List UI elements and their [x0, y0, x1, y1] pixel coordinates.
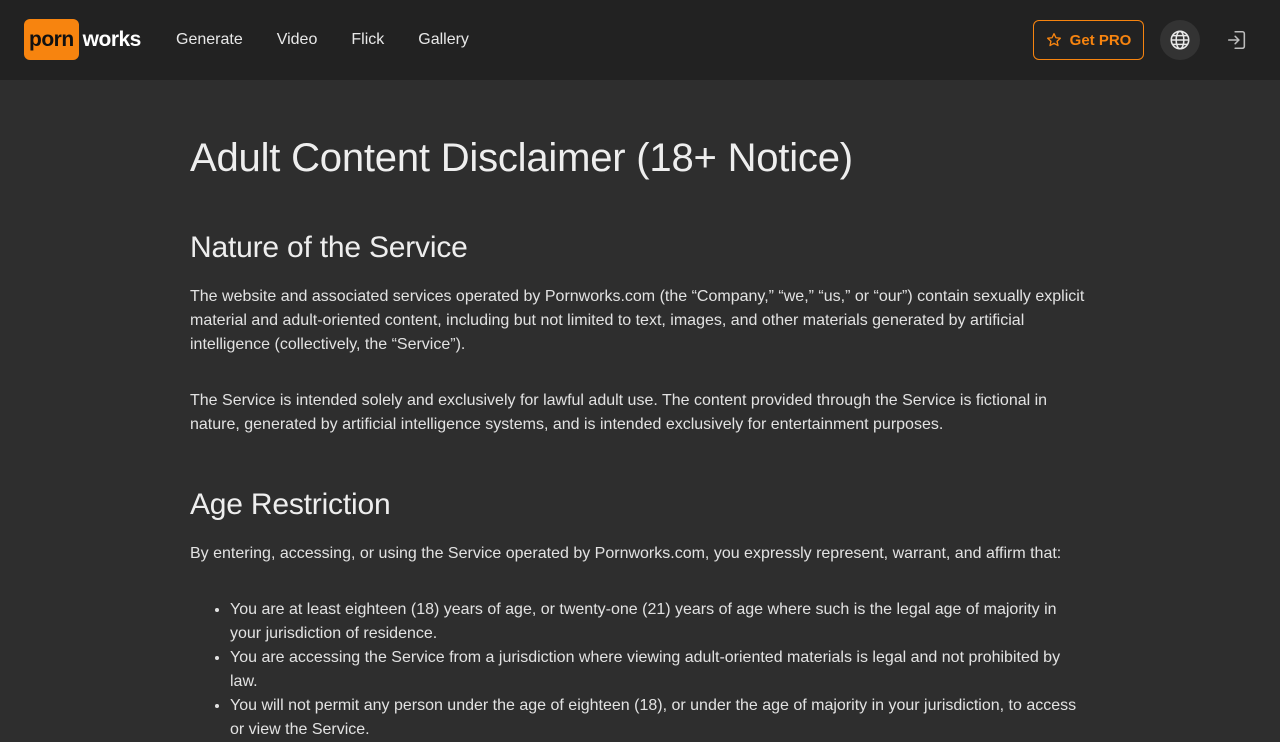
paragraph-nature-2: The Service is intended solely and exclu…: [190, 392, 1048, 433]
list-item: You are accessing the Service from a jur…: [230, 646, 1090, 694]
get-pro-label: Get PRO: [1069, 31, 1132, 49]
top-navigation-bar: porn works Generate Video Flick Gallery …: [0, 0, 1280, 80]
disclaimer-content: Adult Content Disclaimer (18+ Notice) Na…: [190, 80, 1090, 742]
globe-icon: [1170, 30, 1190, 50]
logo-badge: porn: [24, 19, 79, 60]
page-title: Adult Content Disclaimer (18+ Notice): [190, 136, 853, 180]
star-icon: [1046, 33, 1061, 47]
sign-in-icon: [1227, 30, 1246, 50]
site-logo[interactable]: porn works: [24, 19, 141, 60]
language-button[interactable]: [1160, 20, 1200, 60]
list-item: You are at least eighteen (18) years of …: [230, 598, 1090, 646]
nav-generate[interactable]: Generate: [176, 31, 243, 49]
get-pro-button[interactable]: Get PRO: [1033, 20, 1144, 60]
nav-video[interactable]: Video: [277, 31, 318, 49]
list-item: You will not permit any person under the…: [230, 694, 1090, 742]
paragraph-age-intro: By entering, accessing, or using the Ser…: [190, 545, 1062, 562]
paragraph-nature-1: The website and associated services oper…: [190, 288, 1085, 353]
main-nav: Generate Video Flick Gallery: [176, 0, 503, 80]
sign-in-button[interactable]: [1217, 20, 1257, 60]
logo-text: works: [82, 27, 142, 51]
section-heading-age: Age Restriction: [190, 488, 391, 521]
age-requirements-list: You are at least eighteen (18) years of …: [190, 598, 1090, 742]
section-heading-nature: Nature of the Service: [190, 231, 468, 264]
nav-gallery[interactable]: Gallery: [418, 31, 469, 49]
nav-flick[interactable]: Flick: [351, 31, 384, 49]
